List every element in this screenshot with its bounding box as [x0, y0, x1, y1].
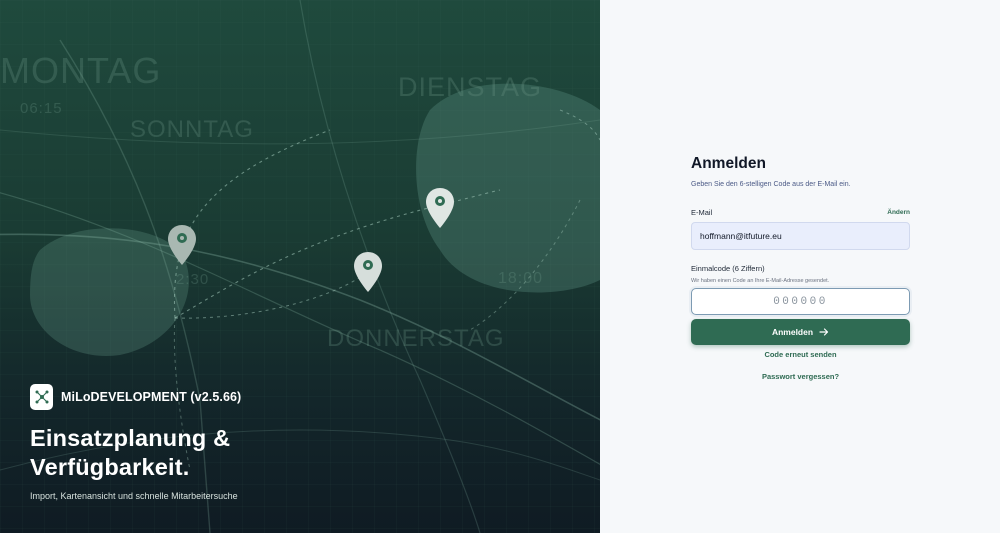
email-field[interactable]: hoffmann@itfuture.eu — [691, 222, 910, 250]
brand: MiLoDEVELOPMENT (v2.5.66) — [30, 384, 241, 410]
hero-title-line1: Einsatzplanung & — [30, 425, 231, 451]
bg-word-donnerstag: DONNERSTAG — [327, 325, 505, 352]
submit-label: Anmelden — [771, 327, 814, 337]
hero-title-line2: Verfügbarkeit. — [30, 454, 190, 480]
code-label: Einmalcode (6 Ziffern) — [691, 264, 765, 273]
arrow-right-icon — [819, 328, 829, 336]
email-label-row: E-Mail Ändern — [691, 208, 910, 217]
login-title: Anmelden — [691, 155, 766, 172]
login-panel: Anmelden Geben Sie den 6-stelligen Code … — [600, 0, 1000, 533]
app-name: MiLoDEVELOPMENT (v2.5.66) — [61, 390, 242, 404]
email-label: E-Mail — [691, 208, 713, 217]
login-page: MONTAG DIENSTAG SONNTAG 06:15 DONNERSTAG… — [0, 0, 1000, 533]
hero-panel: MONTAG DIENSTAG SONNTAG 06:15 DONNERSTAG… — [0, 0, 600, 533]
bg-word-time-230: 2:30 — [176, 271, 210, 288]
login-subtitle: Geben Sie den 6-stelligen Code aus der E… — [691, 181, 851, 188]
bg-word-sonntag: SONNTAG — [130, 116, 254, 143]
resend-code-link[interactable]: Code erneut senden — [691, 350, 910, 359]
hero-title: Einsatzplanung & Verfügbarkeit. — [30, 424, 230, 482]
bg-word-dienstag: DIENSTAG — [398, 72, 543, 102]
forgot-password-link[interactable]: Passwort vergessen? — [691, 372, 910, 381]
code-input[interactable]: 000000 — [691, 288, 910, 315]
bg-word-time-0615: 06:15 — [20, 100, 63, 117]
code-hint: Wir haben einen Code an Ihre E-Mail-Adre… — [691, 278, 830, 284]
hero-subtitle: Import, Kartenansicht und schnelle Mitar… — [30, 491, 238, 501]
change-email-link[interactable]: Ändern — [887, 209, 910, 216]
map-pin-icon — [426, 188, 454, 228]
map-pin-icon — [354, 252, 382, 292]
login-form: Anmelden Geben Sie den 6-stelligen Code … — [691, 155, 910, 381]
bg-word-montag: MONTAG — [0, 50, 162, 91]
bg-word-time-1800: 18:00 — [498, 270, 544, 287]
network-nodes-icon — [30, 384, 53, 410]
submit-button[interactable]: Anmelden — [691, 319, 910, 345]
map-pin-icon — [168, 225, 196, 265]
